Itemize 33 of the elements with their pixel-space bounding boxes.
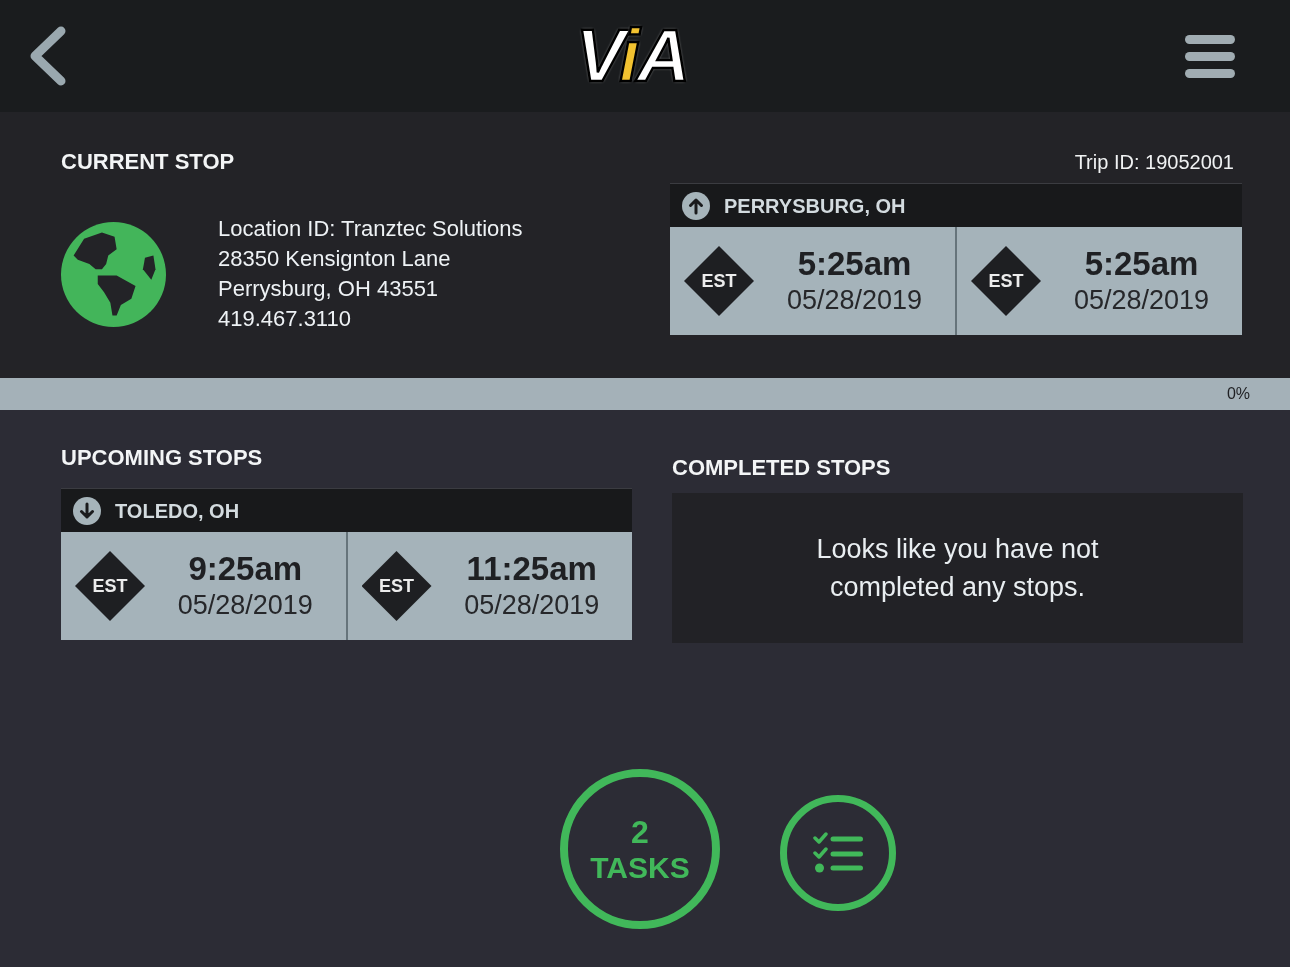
stop-detail-line: 419.467.3110 bbox=[218, 305, 352, 333]
section-title: COMPLETED STOPS bbox=[672, 454, 891, 482]
date-text: 05/28/2019 bbox=[786, 284, 923, 317]
time-text: 5:25am bbox=[1084, 245, 1199, 283]
chevron-left-icon bbox=[28, 26, 66, 86]
stop-detail-line: Perrysburg, OH 43551 bbox=[218, 275, 440, 303]
time-text: 9:25am bbox=[188, 550, 303, 588]
timezone-badge: EST bbox=[971, 246, 1041, 316]
section-title: CURRENT STOP bbox=[61, 148, 235, 176]
city-name: TOLEDO, OH bbox=[115, 500, 240, 521]
date-text: 05/28/2019 bbox=[177, 589, 313, 622]
menu-icon bbox=[1185, 34, 1235, 78]
time-text: 11:25am bbox=[466, 550, 597, 588]
progress-percent: 0% bbox=[1226, 386, 1250, 402]
checklist-icon bbox=[813, 832, 863, 874]
tasks-button[interactable]: 2 TASKS bbox=[560, 769, 720, 929]
stop-detail-line: 28350 Kensignton Lane bbox=[218, 245, 452, 273]
trip-id: Trip ID: 19052001 bbox=[1074, 150, 1234, 175]
time-text: 5:25am bbox=[797, 245, 912, 283]
checklist-button[interactable] bbox=[780, 795, 896, 911]
city-name: PERRYSBURG, OH bbox=[724, 195, 906, 216]
timezone-badge: EST bbox=[361, 551, 432, 621]
logo: ViA bbox=[575, 19, 688, 93]
date-text: 05/28/2019 bbox=[1073, 284, 1210, 317]
globe-icon bbox=[61, 221, 166, 327]
timezone-badge: EST bbox=[684, 246, 754, 316]
back-button[interactable] bbox=[28, 26, 66, 86]
stop-detail-line: Location ID: Tranztec Solutions bbox=[218, 215, 523, 243]
date-text: 05/28/2019 bbox=[464, 589, 600, 622]
menu-button[interactable] bbox=[1185, 34, 1235, 78]
timezone-badge: EST bbox=[75, 551, 145, 621]
empty-message: Looks like you have not completed any stops. bbox=[815, 533, 1100, 604]
section-title: UPCOMING STOPS bbox=[61, 444, 263, 472]
